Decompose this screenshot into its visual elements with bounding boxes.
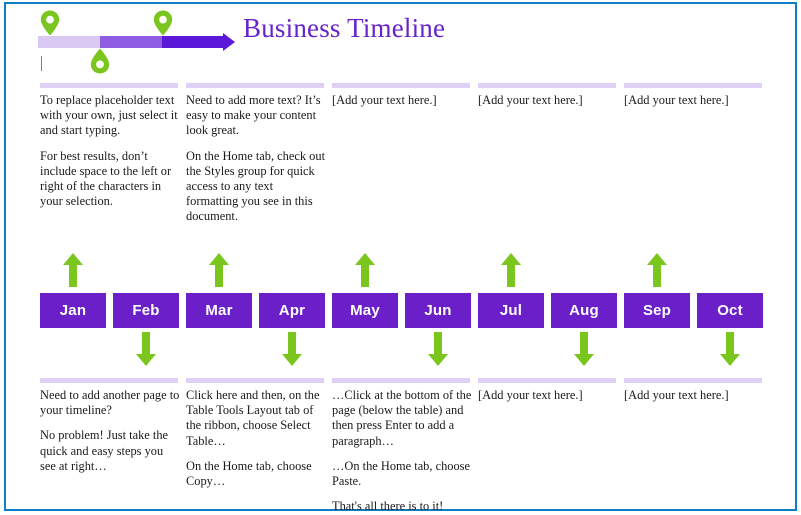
arrow-down-icon — [136, 332, 156, 366]
column-divider — [40, 83, 178, 88]
month-label-box[interactable]: Oct — [697, 293, 763, 328]
month-label-box[interactable]: Feb — [113, 293, 179, 328]
month-label-box[interactable]: Jan — [40, 293, 106, 328]
text-column[interactable]: [Add your text here.] — [332, 93, 472, 108]
timeline-month-may[interactable]: May — [332, 248, 398, 370]
text-column[interactable]: Need to add another page to your timelin… — [40, 388, 180, 474]
header-band: Business Timeline — [0, 0, 801, 78]
progress-segment-light — [38, 36, 100, 48]
arrow-up-icon — [501, 253, 521, 287]
month-label-box[interactable]: Jun — [405, 293, 471, 328]
arrow-up-icon — [355, 253, 375, 287]
text-column[interactable]: Click here and then, on the Table Tools … — [186, 388, 326, 489]
arrow-down-icon — [428, 332, 448, 366]
arrow-down-icon — [282, 332, 302, 366]
divider-row-bottom — [40, 378, 762, 383]
paragraph-placeholder: [Add your text here.] — [624, 93, 729, 107]
paragraph: That's all there is to it! — [332, 499, 444, 514]
map-pin-icon — [90, 48, 110, 74]
timeline-month-aug[interactable]: Aug — [551, 248, 617, 370]
column-divider — [624, 83, 762, 88]
text-caret — [41, 56, 42, 71]
paragraph-placeholder: [Add your text here.] — [478, 388, 583, 402]
progress-segment-dark — [162, 36, 223, 48]
column-divider — [332, 378, 470, 383]
paragraph-placeholder: [Add your text here.] — [624, 388, 729, 402]
timeline-month-feb[interactable]: Feb — [113, 248, 179, 370]
timeline-progress-bar — [38, 36, 223, 48]
text-column[interactable]: [Add your text here.] — [478, 388, 618, 403]
column-divider — [332, 83, 470, 88]
column-divider — [186, 83, 324, 88]
document-canvas: Business Timeline To replace placeholder… — [0, 0, 801, 515]
paragraph: Click here and then, on the Table Tools … — [186, 388, 320, 448]
text-column[interactable]: [Add your text here.] — [478, 93, 618, 108]
text-column[interactable]: To replace placeholder text with your ow… — [40, 93, 180, 209]
arrow-down-icon — [720, 332, 740, 366]
paragraph: On the Home tab, check out the Styles gr… — [186, 148, 326, 224]
paragraph: On the Home tab, choose Copy… — [186, 458, 312, 489]
page-title: Business Timeline — [243, 13, 446, 43]
text-column[interactable]: …Click at the bottom of the page (below … — [332, 388, 472, 514]
column-divider — [478, 378, 616, 383]
timeline-month-apr[interactable]: Apr — [259, 248, 325, 370]
paragraph: …On the Home tab, choose Paste. — [332, 458, 470, 489]
map-pin-icon — [153, 10, 173, 36]
column-divider — [624, 378, 762, 383]
progress-bar-arrowhead — [223, 33, 235, 51]
text-column[interactable]: [Add your text here.] — [624, 93, 764, 108]
month-label-box[interactable]: Apr — [259, 293, 325, 328]
text-column[interactable]: Need to add more text? It’s easy to make… — [186, 93, 326, 225]
document-page: Business Timeline To replace placeholder… — [0, 0, 801, 515]
progress-segment-medium — [100, 36, 162, 48]
timeline-month-strip: Jan Feb Mar Apr May Jun Jul Aug Sep Oct — [40, 248, 770, 370]
column-divider — [186, 378, 324, 383]
paragraph: To replace placeholder text with your ow… — [40, 93, 178, 138]
paragraph: No problem! Just take the quick and easy… — [40, 428, 169, 473]
arrow-down-icon — [574, 332, 594, 366]
timeline-month-jun[interactable]: Jun — [405, 248, 471, 370]
timeline-month-oct[interactable]: Oct — [697, 248, 763, 370]
month-label-box[interactable]: Mar — [186, 293, 252, 328]
timeline-month-jul[interactable]: Jul — [478, 248, 544, 370]
paragraph: Need to add more text? It’s easy to make… — [186, 93, 321, 138]
month-label-box[interactable]: Jul — [478, 293, 544, 328]
arrow-up-icon — [63, 253, 83, 287]
column-divider — [478, 83, 616, 88]
paragraph: …Click at the bottom of the page (below … — [332, 388, 472, 448]
month-label-box[interactable]: Aug — [551, 293, 617, 328]
divider-row-top — [40, 83, 762, 88]
timeline-month-sep[interactable]: Sep — [624, 248, 690, 370]
arrow-up-icon — [209, 253, 229, 287]
column-divider — [40, 378, 178, 383]
paragraph-placeholder: [Add your text here.] — [478, 93, 583, 107]
paragraph-placeholder: [Add your text here.] — [332, 93, 437, 107]
timeline-month-jan[interactable]: Jan — [40, 248, 106, 370]
month-label-box[interactable]: Sep — [624, 293, 690, 328]
text-column[interactable]: [Add your text here.] — [624, 388, 764, 403]
month-label-box[interactable]: May — [332, 293, 398, 328]
map-pin-icon — [40, 10, 60, 36]
paragraph: For best results, don’t include space to… — [40, 148, 172, 209]
timeline-month-mar[interactable]: Mar — [186, 248, 252, 370]
paragraph: Need to add another page to your timelin… — [40, 388, 180, 418]
arrow-up-icon — [647, 253, 667, 287]
